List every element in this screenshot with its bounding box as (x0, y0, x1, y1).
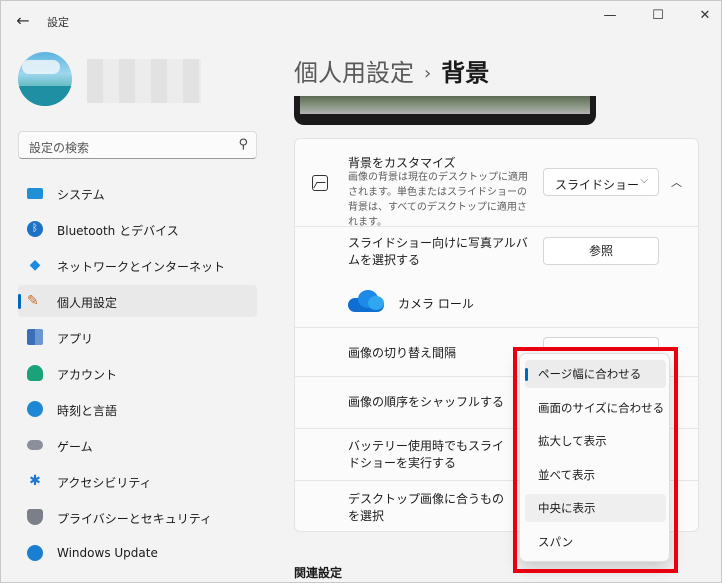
background-type-value: スライドショー (555, 178, 640, 192)
sidebar-item-label: プライバシーとセキュリティ (57, 512, 213, 526)
sidebar-item-label: Bluetooth とデバイス (57, 224, 179, 238)
sidebar-item-label: アクセシビリティ (57, 476, 152, 490)
sidebar-item-time-language[interactable]: 時刻と言語 (18, 393, 257, 425)
sidebar-item-label: アカウント (57, 368, 118, 382)
breadcrumb-parent[interactable]: 個人用設定 (294, 59, 414, 87)
back-arrow-icon[interactable]: ← (13, 11, 33, 31)
sidebar-item-system[interactable]: システム (18, 177, 257, 209)
sidebar-item-bluetooth[interactable]: ᛒ Bluetooth とデバイス (18, 213, 257, 245)
avatar[interactable] (18, 52, 72, 106)
system-icon (27, 188, 43, 199)
page-title: 背景 (441, 59, 490, 87)
close-button[interactable]: ✕ (690, 6, 720, 26)
preview-image (300, 96, 590, 114)
search-box[interactable]: 設定の検索 ⚲ (18, 131, 257, 159)
divider (295, 226, 698, 227)
sidebar-item-label: Windows Update (57, 546, 158, 560)
related-settings-heading: 関連設定 (294, 566, 343, 580)
maximize-button[interactable]: ☐ (643, 6, 673, 26)
sidebar-item-label: システム (57, 188, 105, 202)
customize-title: 背景をカスタマイズ (348, 156, 456, 170)
sidebar-item-windows-update[interactable]: Windows Update (18, 537, 257, 569)
gamepad-icon (27, 440, 43, 450)
breadcrumb: 個人用設定 › 背景 (294, 53, 489, 88)
user-name-blurred (87, 59, 201, 103)
avatar-cloud (22, 60, 60, 74)
sidebar-item-accounts[interactable]: アカウント (18, 357, 257, 389)
onedrive-cloud-icon (348, 290, 384, 312)
sidebar-item-apps[interactable]: アプリ (18, 321, 257, 353)
breadcrumb-separator: › (424, 63, 432, 84)
browse-button[interactable]: 参照 (543, 237, 659, 265)
update-icon (27, 545, 43, 561)
sidebar-item-label: ネットワークとインターネット (57, 260, 226, 274)
sidebar-item-network[interactable]: ◆ ネットワークとインターネット (18, 249, 257, 281)
avatar-sea (18, 86, 72, 106)
sidebar-nav: システム ᛒ Bluetooth とデバイス ◆ ネットワークとインターネット … (18, 177, 257, 573)
sidebar-item-personalization[interactable]: ✎ 個人用設定 (18, 285, 257, 317)
album-label: スライドショー向けに写真アルバムを選択する (348, 236, 528, 267)
apps-icon (27, 329, 43, 345)
settings-window: ← 設定 — ☐ ✕ 設定の検索 ⚲ システム ᛒ Bluetooth とデバイ… (0, 0, 722, 583)
chevron-up-icon[interactable]: ︿ (671, 174, 682, 190)
customize-description: 画像の背景は現在のデスクトップに適用されます。単色またはスライドショーの背景は、… (348, 172, 528, 228)
chevron-down-icon: ⌵ (640, 175, 648, 186)
search-input[interactable]: 設定の検索 (29, 139, 89, 156)
background-type-select[interactable]: スライドショー ⌵ (543, 168, 659, 196)
sidebar-item-accessibility[interactable]: ✱ アクセシビリティ (18, 465, 257, 497)
wifi-icon: ◆ (29, 257, 41, 273)
fit-label: デスクトップ画像に合うものを選択 (348, 492, 505, 523)
bluetooth-icon: ᛒ (27, 221, 43, 237)
minimize-button[interactable]: — (595, 6, 625, 26)
cloud-part (368, 296, 384, 310)
brush-icon: ✎ (27, 293, 39, 309)
red-highlight-box (513, 347, 678, 573)
account-icon (27, 365, 43, 381)
accessibility-icon: ✱ (29, 473, 41, 489)
sidebar-item-privacy[interactable]: プライバシーとセキュリティ (18, 501, 257, 533)
title-bar: ← 設定 — ☐ ✕ (1, 1, 721, 41)
sidebar-item-gaming[interactable]: ゲーム (18, 429, 257, 461)
shuffle-label: 画像の順序をシャッフルする (348, 395, 505, 409)
clock-icon (27, 401, 43, 417)
search-icon[interactable]: ⚲ (238, 137, 248, 152)
sidebar-item-label: ゲーム (57, 440, 93, 454)
sidebar-item-label: アプリ (57, 332, 94, 346)
interval-label: 画像の切り替え間隔 (348, 346, 457, 360)
camera-roll-label[interactable]: カメラ ロール (398, 295, 474, 312)
app-title: 設定 (47, 16, 69, 29)
battery-label: バッテリー使用時でもスライドショーを実行する (348, 439, 505, 470)
divider (295, 327, 698, 328)
sidebar-item-label: 時刻と言語 (57, 404, 118, 418)
picture-icon (312, 175, 328, 191)
sidebar-item-label: 個人用設定 (57, 296, 118, 310)
background-preview (294, 96, 596, 125)
shield-icon (27, 509, 43, 525)
